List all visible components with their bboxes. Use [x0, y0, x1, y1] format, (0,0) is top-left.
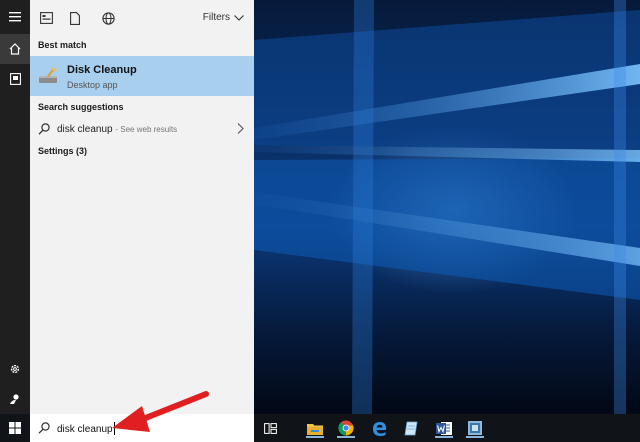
suggestion-query: disk cleanup	[57, 124, 113, 135]
user-icon	[10, 394, 19, 404]
apps-icon	[39, 12, 53, 24]
web-icon	[101, 11, 115, 25]
best-match-subtitle: Desktop app	[67, 80, 118, 90]
filters-label: Filters	[202, 12, 230, 23]
task-view-icon	[263, 422, 277, 434]
edge-icon	[372, 421, 386, 436]
user-button[interactable]	[0, 384, 30, 414]
notepad-button[interactable]	[401, 418, 421, 438]
home-button[interactable]	[0, 34, 30, 64]
search-suggestions-heading: Search suggestions	[38, 102, 124, 112]
disk-cleanup-icon	[39, 67, 57, 83]
word-button[interactable]	[434, 418, 454, 438]
running-indicator	[466, 436, 484, 438]
app-icon	[468, 421, 482, 435]
suggestion-hint: - See web results	[115, 125, 178, 134]
best-match-heading: Best match	[38, 40, 87, 50]
file-explorer-button[interactable]	[305, 418, 325, 438]
best-match-result[interactable]: Disk Cleanup Desktop app	[30, 56, 254, 96]
notepad-icon	[404, 421, 418, 435]
edge-button[interactable]	[369, 418, 389, 438]
task-view-button[interactable]	[260, 418, 280, 438]
file-explorer-icon	[307, 423, 323, 435]
search-input[interactable]: disk cleanup	[57, 422, 115, 435]
web-filter-button[interactable]	[100, 10, 116, 26]
start-rail	[0, 0, 30, 414]
word-icon	[436, 421, 452, 435]
documents-button[interactable]	[0, 64, 30, 94]
search-panel: Filters Best match Disk Cleanup Desktop …	[30, 0, 254, 414]
home-icon	[9, 43, 21, 55]
documents-filter-button[interactable]	[67, 10, 83, 26]
red-arrow-annotation	[112, 391, 209, 432]
panel-toolbar: Filters	[30, 0, 254, 36]
chrome-button[interactable]	[336, 418, 356, 438]
desktop-wallpaper	[254, 0, 640, 414]
running-indicator	[337, 436, 355, 438]
filters-dropdown[interactable]: Filters	[203, 12, 244, 23]
web-suggestion-item[interactable]: disk cleanup - See web results	[30, 118, 254, 140]
windows-logo-light-beams	[254, 0, 640, 414]
taskbar: disk cleanup	[0, 414, 640, 442]
menu-button[interactable]	[0, 2, 30, 32]
settings-heading[interactable]: Settings (3)	[38, 146, 87, 156]
apps-filter-button[interactable]	[38, 10, 54, 26]
chevron-down-icon	[234, 14, 244, 21]
documents-icon	[9, 73, 21, 85]
app-button[interactable]	[465, 418, 485, 438]
search-icon	[38, 422, 50, 434]
running-indicator	[306, 436, 324, 438]
best-match-title: Disk Cleanup	[67, 64, 137, 76]
running-indicator	[435, 436, 453, 438]
windows-logo-icon	[9, 422, 21, 434]
menu-icon	[9, 12, 21, 22]
settings-button[interactable]	[0, 354, 30, 384]
start-button[interactable]	[0, 414, 30, 442]
search-input-value: disk cleanup	[57, 424, 113, 435]
documents-icon	[70, 11, 80, 25]
search-icon	[38, 123, 50, 135]
settings-gear-icon	[10, 364, 20, 374]
suggestion-text: disk cleanup - See web results	[57, 124, 177, 135]
chrome-icon	[338, 420, 354, 436]
chevron-right-icon	[237, 123, 244, 134]
